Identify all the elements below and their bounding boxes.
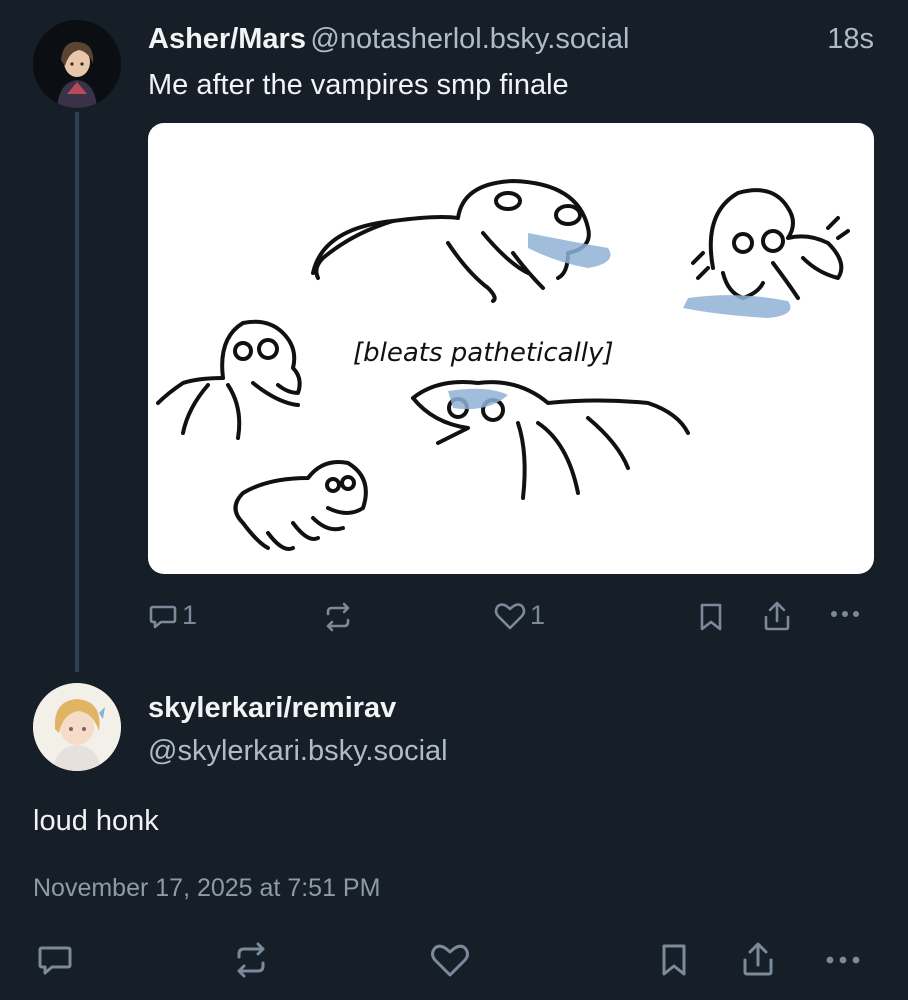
bookmark-icon: [700, 603, 722, 631]
main-post-timestamp: November 17, 2025 at 7:51 PM: [33, 874, 381, 902]
share-icon: [743, 942, 773, 976]
main-repost-button[interactable]: [232, 942, 270, 978]
parent-post-text: Me after the vampires smp finale: [148, 69, 569, 101]
main-avatar[interactable]: [33, 683, 121, 771]
avatar-blonde-icon: [33, 683, 121, 771]
main-handle[interactable]: @skylerkari.bsky.social: [148, 732, 448, 770]
heart-icon: [431, 944, 469, 977]
thread-line: [75, 112, 79, 672]
main-bookmark-button[interactable]: [660, 942, 688, 978]
reply-icon: [38, 946, 72, 975]
main-more-button[interactable]: [824, 954, 862, 966]
main-post-text: loud honk: [33, 805, 159, 837]
parent-bookmark-button[interactable]: [699, 602, 723, 632]
heart-icon: [494, 602, 526, 629]
main-like-button[interactable]: [430, 942, 470, 978]
parent-reply-count: 1: [182, 600, 198, 630]
main-reply-button[interactable]: [36, 942, 74, 978]
parent-avatar[interactable]: [33, 20, 121, 108]
parent-like-count: 1: [530, 600, 546, 630]
reply-icon: [149, 605, 177, 628]
repost-icon: [326, 602, 350, 632]
avatar-dark-haired-icon: [33, 20, 121, 108]
parent-repost-button[interactable]: [322, 602, 354, 632]
parent-more-button[interactable]: [829, 608, 861, 620]
crying-creatures-drawing: [bleats pathetically]: [156, 179, 850, 551]
post-image[interactable]: [bleats pathetically]: [148, 123, 874, 574]
parent-share-button[interactable]: [762, 600, 792, 632]
main-share-button[interactable]: [740, 940, 776, 978]
more-dots-icon: [831, 611, 859, 617]
parent-like-button[interactable]: 1: [494, 600, 545, 631]
main-display-name[interactable]: skylerkari/remirav: [148, 689, 396, 727]
parent-display-name[interactable]: Asher/Mars: [148, 23, 306, 55]
share-icon: [764, 601, 790, 631]
parent-handle[interactable]: @notasherlol.bsky.social: [310, 23, 629, 55]
image-caption: [bleats pathetically]: [353, 338, 614, 368]
parent-reply-button[interactable]: 1: [148, 600, 197, 631]
bookmark-icon: [662, 944, 686, 976]
parent-post-header: Asher/Mars @notasherlol.bsky.social: [148, 21, 629, 62]
parent-time-ago[interactable]: 18s: [827, 21, 874, 57]
repost-icon: [237, 942, 265, 978]
more-dots-icon: [826, 956, 860, 964]
